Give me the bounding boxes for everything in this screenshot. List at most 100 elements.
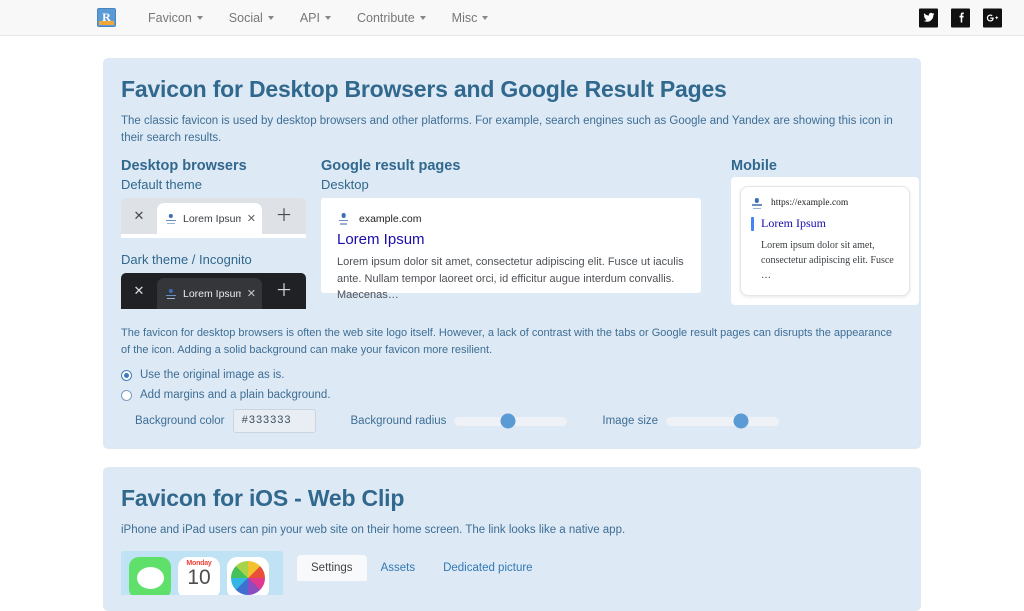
brand-logo-accent-bar xyxy=(99,21,114,25)
google-mobile-title[interactable]: Lorem Ipsum xyxy=(761,216,826,231)
twitter-icon[interactable] xyxy=(919,8,938,27)
tabstrip-left-close[interactable]: ✕ xyxy=(121,273,157,309)
radio-icon[interactable] xyxy=(121,369,132,381)
tabstrip-left-close[interactable]: ✕ xyxy=(121,198,157,234)
dark-theme-block: Dark theme / Incognito ✕ Lorem Ipsum ✕ ＋ xyxy=(121,252,321,310)
browser-tabstrip-light: ✕ Lorem Ipsum ✕ ＋ xyxy=(121,198,306,235)
google-plus-icon[interactable] xyxy=(983,8,1002,27)
google-result-snippet: Lorem ipsum dolor sit amet, consectetur … xyxy=(337,256,684,302)
tab-dedicated-picture[interactable]: Dedicated picture xyxy=(429,555,547,581)
accent-bar xyxy=(751,216,754,231)
new-tab-button[interactable]: ＋ xyxy=(262,273,306,309)
nav-item-label: Misc xyxy=(451,10,478,25)
social-links xyxy=(919,8,1002,27)
ios-home-screen-preview: Monday 10 xyxy=(121,551,283,596)
google-mobile-url: https://example.com xyxy=(771,198,849,209)
radio-option-margins[interactable]: Add margins and a plain background. xyxy=(121,389,903,401)
browser-tab-title: Lorem Ipsum xyxy=(183,287,241,300)
desktop-favicon-panel: Favicon for Desktop Browsers and Google … xyxy=(103,58,921,450)
radio-option-margins-label: Add margins and a plain background. xyxy=(140,389,331,402)
nav-item-label: Social xyxy=(228,10,263,25)
browser-tabstrip-dark: ✕ Lorem Ipsum ✕ ＋ xyxy=(121,273,306,310)
brand-logo[interactable]: R xyxy=(97,8,116,27)
nav-item-contribute[interactable]: Contribute xyxy=(344,4,439,32)
panel-subtitle: The classic favicon is used by desktop b… xyxy=(121,115,893,144)
favicon-preview-icon xyxy=(337,212,350,225)
google-mobile-title-row: Lorem Ipsum xyxy=(751,216,899,231)
new-tab-button[interactable]: ＋ xyxy=(262,198,306,234)
google-mobile-label: Mobile xyxy=(731,158,777,175)
slider-thumb[interactable] xyxy=(733,413,749,429)
close-icon: ✕ xyxy=(133,208,145,224)
ios-preview-row: Monday 10 Settings Assets Dedicated pict… xyxy=(121,551,903,596)
nav-item-label: API xyxy=(299,10,320,25)
close-icon[interactable]: ✕ xyxy=(247,287,256,300)
desktop-browsers-heading: Desktop browsers xyxy=(121,158,247,175)
background-radius-slider[interactable] xyxy=(454,413,568,429)
chevron-down-icon xyxy=(196,15,203,20)
dark-theme-label: Dark theme / Incognito xyxy=(121,252,252,268)
slider-thumb[interactable] xyxy=(500,413,516,429)
radio-icon[interactable] xyxy=(121,389,132,401)
google-results-heading: Google result pages xyxy=(321,158,461,175)
plus-icon: ＋ xyxy=(275,280,293,301)
calendar-app-icon: Monday 10 xyxy=(178,557,220,596)
nav-item-favicon[interactable]: Favicon xyxy=(135,4,216,32)
messages-app-icon xyxy=(129,557,171,596)
tab-label: Settings xyxy=(311,562,353,575)
default-theme-label: Default theme xyxy=(121,177,202,193)
radio-option-original-label: Use the original image as is. xyxy=(140,369,285,382)
image-size-slider[interactable] xyxy=(666,413,780,429)
nav-item-api[interactable]: API xyxy=(287,4,344,32)
nav-item-social[interactable]: Social xyxy=(216,4,287,32)
tab-settings[interactable]: Settings xyxy=(297,555,367,582)
tabstrip-light-spacer xyxy=(121,234,306,239)
google-mobile-snippet: Lorem ipsum dolor sit amet, consectetur … xyxy=(761,240,894,282)
browser-tab-title: Lorem Ipsum xyxy=(183,212,241,225)
photos-app-icon xyxy=(227,557,269,596)
google-mobile-column: Mobile https://example.com Lorem Ipsum L… xyxy=(731,158,919,309)
nav-item-label: Contribute xyxy=(356,10,415,25)
google-result-url-row: example.com xyxy=(337,212,685,225)
background-color-label: Background color xyxy=(135,415,225,428)
google-results-column: Google result pages Desktop example.com … xyxy=(321,158,731,309)
google-result-url: example.com xyxy=(359,212,422,225)
page-title: Favicon for Desktop Browsers and Google … xyxy=(121,76,727,102)
nav-item-label: Favicon xyxy=(148,10,192,25)
calendar-date-label: 10 xyxy=(187,566,211,590)
google-mobile-result-card: https://example.com Lorem Ipsum Lorem ip… xyxy=(740,186,910,297)
facebook-icon[interactable] xyxy=(951,8,970,27)
tab-label: Assets xyxy=(380,562,416,575)
desktop-browsers-column: Desktop browsers Default theme ✕ Lorem I… xyxy=(121,158,321,310)
tab-label: Dedicated picture xyxy=(443,562,533,575)
chevron-down-icon xyxy=(482,15,489,20)
chevron-down-icon xyxy=(267,15,274,20)
plus-icon: ＋ xyxy=(275,205,293,226)
browser-tab-light[interactable]: Lorem Ipsum ✕ xyxy=(157,203,262,235)
ios-favicon-panel: Favicon for iOS - Web Clip iPhone and iP… xyxy=(103,467,921,611)
ios-panel-title: Favicon for iOS - Web Clip xyxy=(121,485,405,512)
nav-item-misc[interactable]: Misc xyxy=(439,4,502,32)
google-result-title[interactable]: Lorem Ipsum xyxy=(337,231,685,249)
close-icon: ✕ xyxy=(133,283,145,299)
radio-option-original[interactable]: Use the original image as is. xyxy=(121,369,903,381)
close-icon[interactable]: ✕ xyxy=(247,212,256,225)
favicon-preview-icon xyxy=(165,213,177,225)
image-size-label: Image size xyxy=(602,415,659,428)
background-color-input[interactable]: #333333 xyxy=(232,409,316,434)
options-controls-row: Background color #333333 Background radi… xyxy=(121,409,903,434)
page-body: Favicon for Desktop Browsers and Google … xyxy=(0,36,1024,611)
ios-panel-subtitle: iPhone and iPad users can pin your web s… xyxy=(121,524,626,537)
options-note: The favicon for desktop browsers is ofte… xyxy=(121,327,893,356)
top-navbar: R Favicon Social API Contribute Misc xyxy=(0,0,1024,36)
calendar-day-label: Monday xyxy=(186,560,212,568)
chevron-down-icon xyxy=(324,15,331,20)
ios-tab-bar: Settings Assets Dedicated picture xyxy=(297,551,547,582)
favicon-preview-icon xyxy=(165,288,177,300)
browser-tab-dark[interactable]: Lorem Ipsum ✕ xyxy=(157,278,262,310)
google-desktop-result-card: example.com Lorem Ipsum Lorem ipsum dolo… xyxy=(321,198,701,301)
google-mobile-url-row: https://example.com xyxy=(751,197,899,209)
preview-columns: Desktop browsers Default theme ✕ Lorem I… xyxy=(121,158,919,310)
tab-assets[interactable]: Assets xyxy=(367,555,430,581)
favicon-preview-icon xyxy=(751,197,763,209)
